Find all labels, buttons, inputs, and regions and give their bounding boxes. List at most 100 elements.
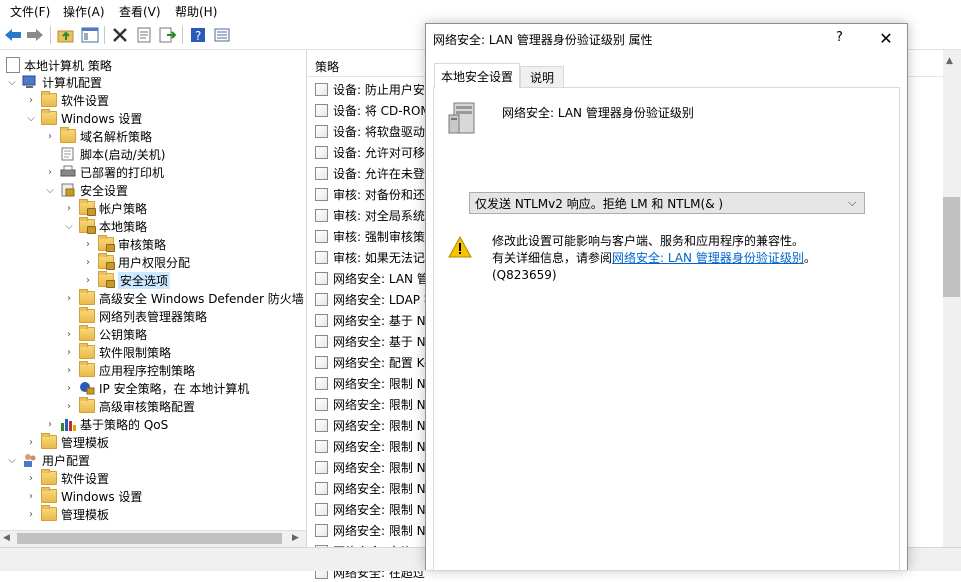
chevron-down-icon[interactable]: ⌵ <box>6 454 18 466</box>
policy-row[interactable]: 网络安全: 限制 N <box>315 394 426 414</box>
policy-row[interactable]: 网络安全: LAN 管 <box>315 268 429 288</box>
chevron-right-icon[interactable]: › <box>82 238 94 250</box>
policy-row[interactable]: 网络安全: LDAP 客 <box>315 289 436 309</box>
tree-audit-policy[interactable]: › 审核策略 <box>82 235 166 253</box>
chevron-down-icon[interactable]: ⌵ <box>63 220 75 232</box>
tree-security-settings[interactable]: ⌵ 安全设置 <box>44 181 128 199</box>
tree-user-config[interactable]: ⌵ 用户配置 <box>6 451 90 469</box>
chevron-down-icon[interactable]: ⌵ <box>44 184 56 196</box>
policy-row[interactable]: 网络安全: 基于 N <box>315 310 426 330</box>
chevron-right-icon[interactable]: › <box>44 130 56 142</box>
scroll-left-icon[interactable]: ◀ <box>3 533 10 543</box>
tree-user-software[interactable]: › 软件设置 <box>25 469 109 487</box>
policy-row[interactable]: 网络安全: 配置 Ke <box>315 352 431 372</box>
chevron-right-icon[interactable]: › <box>44 166 56 178</box>
up-folder-icon[interactable] <box>56 25 76 45</box>
menu-help[interactable]: 帮助(H) <box>175 3 217 20</box>
policy-row[interactable]: 设备: 将软盘驱动 <box>315 121 425 141</box>
tree-scripts[interactable]: 脚本(启动/关机) <box>44 145 165 163</box>
chevron-down-icon[interactable]: ⌵ <box>6 76 18 88</box>
chevron-down-icon[interactable]: ⌵ <box>25 112 37 124</box>
script-icon <box>60 147 76 161</box>
chevron-right-icon[interactable]: › <box>63 364 75 376</box>
chevron-right-icon[interactable]: › <box>44 418 56 430</box>
tree-account-policies[interactable]: › 帐户策略 <box>63 199 147 217</box>
menu-view[interactable]: 查看(V) <box>119 3 161 20</box>
tree-dns-policy[interactable]: › 域名解析策略 <box>44 127 152 145</box>
tab-explain[interactable]: 说明 <box>520 66 564 87</box>
policy-row[interactable]: 设备: 允许在未登 <box>315 163 425 183</box>
chevron-right-icon[interactable]: › <box>63 202 75 214</box>
chevron-down-icon[interactable]: ⌵ <box>848 196 856 210</box>
tree-qos[interactable]: › 基于策略的 QoS <box>44 415 168 433</box>
policy-row[interactable]: 设备: 允许对可移 <box>315 142 425 162</box>
view-icon[interactable] <box>212 25 232 45</box>
tree-ipsec[interactable]: › IP 安全策略，在 本地计算机 <box>63 379 249 397</box>
tree-user-windows[interactable]: › Windows 设置 <box>25 487 142 505</box>
help-icon[interactable]: ? <box>188 25 208 45</box>
tree-windows-settings[interactable]: ⌵ Windows 设置 <box>25 109 142 127</box>
scroll-right-icon[interactable]: ▶ <box>292 533 299 543</box>
tab-local-security-setting[interactable]: 本地安全设置 <box>434 63 520 88</box>
chevron-right-icon[interactable]: › <box>63 292 75 304</box>
chevron-right-icon[interactable]: › <box>25 94 37 106</box>
show-hide-tree-icon[interactable] <box>80 25 100 45</box>
policy-row[interactable]: 网络安全: 限制 N <box>315 373 426 393</box>
tree-admin-templates[interactable]: › 管理模板 <box>25 433 109 451</box>
forward-arrow-icon[interactable] <box>25 25 45 45</box>
policy-row[interactable]: 网络安全: 限制 N <box>315 436 426 456</box>
chevron-right-icon[interactable]: › <box>25 490 37 502</box>
policy-row[interactable]: 审核: 对全局系统 <box>315 205 425 225</box>
policy-help-link[interactable]: 网络安全: LAN 管理器身份验证级别 <box>612 251 804 265</box>
export-list-icon[interactable] <box>158 25 178 45</box>
menu-file[interactable]: 文件(F) <box>10 3 50 20</box>
policy-row[interactable]: 网络安全: 限制 N <box>315 415 426 435</box>
tree-firewall[interactable]: › 高级安全 Windows Defender 防火墙 <box>63 289 304 307</box>
chevron-right-icon[interactable]: › <box>63 346 75 358</box>
scroll-up-icon[interactable]: ▲ <box>946 56 953 66</box>
policy-row[interactable]: 审核: 强制审核策略 <box>315 226 437 246</box>
tree-network-list[interactable]: 网络列表管理器策略 <box>63 307 207 325</box>
auth-level-dropdown[interactable]: 仅发送 NTLMv2 响应。拒绝 LM 和 NTLM(& ) <box>469 192 865 214</box>
tree-advanced-audit[interactable]: › 高级审核策略配置 <box>63 397 195 415</box>
chevron-right-icon[interactable]: › <box>25 472 37 484</box>
list-scroll-thumb[interactable] <box>943 197 960 297</box>
tree-computer-config[interactable]: ⌵ 计算机配置 <box>6 73 102 91</box>
tree-scroll-thumb[interactable] <box>17 533 282 544</box>
tree-user-admin-templates[interactable]: › 管理模板 <box>25 505 109 523</box>
tree-printers[interactable]: › 已部署的打印机 <box>44 163 164 181</box>
policy-row[interactable]: 审核: 对备份和还 <box>315 184 425 204</box>
chevron-right-icon[interactable]: › <box>25 436 37 448</box>
back-arrow-icon[interactable] <box>3 25 23 45</box>
policy-row[interactable]: 设备: 防止用户安装 <box>315 79 437 99</box>
folder-icon <box>79 325 95 341</box>
tree-security-options[interactable]: › 安全选项 <box>82 271 171 289</box>
tree-app-control[interactable]: › 应用程序控制策略 <box>63 361 195 379</box>
chevron-right-icon[interactable]: › <box>82 274 94 286</box>
menu-action[interactable]: 操作(A) <box>63 3 105 20</box>
policy-row[interactable]: 审核: 如果无法记录 <box>315 247 437 267</box>
column-header-policy[interactable]: 策略 <box>315 58 339 75</box>
tree-user-rights[interactable]: › 用户权限分配 <box>82 253 190 271</box>
list-vertical-scrollbar[interactable] <box>943 50 961 547</box>
policy-row[interactable]: 网络安全: 限制 N <box>315 520 426 540</box>
policy-row[interactable]: 网络安全: 限制 N <box>315 499 426 519</box>
delete-icon[interactable] <box>110 25 130 45</box>
policy-row[interactable]: 网络安全: 基于 N <box>315 331 426 351</box>
tree-software-restriction[interactable]: › 软件限制策略 <box>63 343 171 361</box>
chevron-right-icon[interactable]: › <box>63 400 75 412</box>
policy-row[interactable]: 网络安全: 限制 N <box>315 457 426 477</box>
tree-software-settings[interactable]: › 软件设置 <box>25 91 109 109</box>
chevron-right-icon[interactable]: › <box>63 328 75 340</box>
tree-public-key[interactable]: › 公钥策略 <box>63 325 147 343</box>
tree-root[interactable]: 本地计算机 策略 <box>6 56 112 74</box>
chevron-right-icon[interactable]: › <box>63 382 75 394</box>
policy-row[interactable]: 设备: 将 CD-ROM <box>315 100 431 120</box>
policy-row[interactable]: 网络安全: 限制 N <box>315 478 426 498</box>
chevron-right-icon[interactable]: › <box>25 508 37 520</box>
chevron-right-icon[interactable]: › <box>82 256 94 268</box>
dialog-close-button[interactable]: ✕ <box>870 24 902 52</box>
dialog-help-button[interactable]: ? <box>836 30 843 45</box>
properties-icon[interactable] <box>134 25 154 45</box>
tree-local-policies[interactable]: ⌵ 本地策略 <box>63 217 147 235</box>
